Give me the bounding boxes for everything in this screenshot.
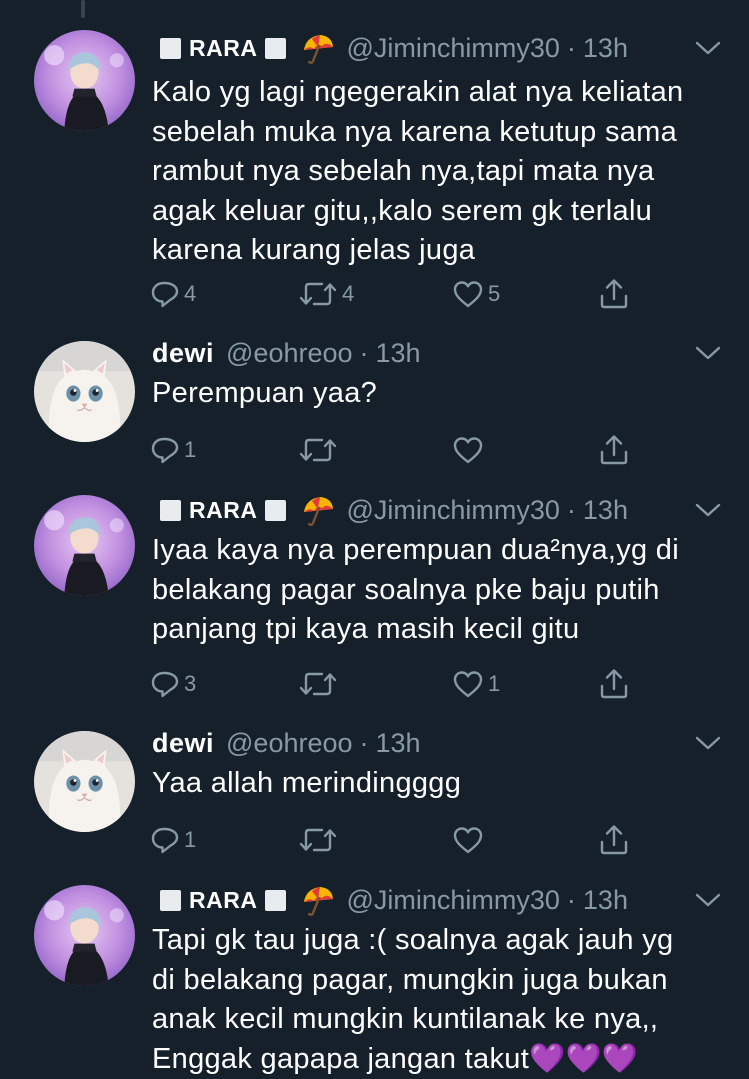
tweet-actions: 1 [150,430,670,470]
author-name[interactable]: dewi [152,338,214,369]
heart-icon [452,669,484,699]
tweet-timestamp[interactable]: 13h [583,885,628,916]
white-square-emoji-icon [160,889,181,911]
author-handle[interactable]: @Jiminchimmy30 [346,33,559,64]
author-name[interactable]: RARA [189,35,257,62]
like-button[interactable] [452,430,484,470]
separator-dot: · [566,32,576,63]
retweet-button[interactable]: 4 [298,274,354,314]
like-button[interactable]: 5 [452,274,500,314]
author-handle[interactable]: @Jiminchimmy30 [346,495,559,526]
tweet-timestamp[interactable]: 13h [376,728,421,759]
separator-dot: · [566,494,576,525]
separator-dot: · [359,727,369,758]
reply-button[interactable]: 1 [150,820,196,860]
author-name[interactable]: RARA [189,497,257,524]
chevron-down-icon[interactable] [695,500,721,520]
author-name[interactable]: dewi [152,728,214,759]
retweet-button[interactable] [298,430,338,470]
tweet-actions: 4 4 5 [150,274,670,314]
tweet-text: Tapi gk tau juga :( soalnya agak jauh yg… [152,924,674,1075]
share-icon [598,278,630,310]
reply-icon [150,669,180,699]
like-button[interactable]: 1 [452,664,500,704]
author-name[interactable]: RARA [189,887,257,914]
heart-icon [452,825,484,855]
tweet-header: RARA @Jiminchimmy30 · 13h [152,880,628,920]
share-button[interactable] [598,820,630,860]
reply-icon [150,435,180,465]
separator-dot: · [359,337,369,368]
reply-icon [150,825,180,855]
tweet-timestamp[interactable]: 13h [376,338,421,369]
like-button[interactable] [452,820,484,860]
umbrella-emoji-icon [300,882,336,918]
heart-icon [452,279,484,309]
tweet-header: dewi @eohreoo · 13h [152,723,421,763]
tweet-text: Iyaa kaya nya perempuan dua²nya,yg di be… [152,534,679,645]
tweet-timestamp[interactable]: 13h [583,495,628,526]
tweet-text: Kalo yg lagi ngegerakin alat nya keliata… [152,76,684,266]
reply-count: 3 [184,671,197,696]
reply-count: 1 [184,827,197,852]
avatar[interactable] [34,495,135,596]
retweet-button[interactable] [298,820,338,860]
tweet-actions: 3 1 [150,664,670,704]
share-button[interactable] [598,274,630,314]
retweet-count: 4 [342,281,355,306]
chevron-down-icon[interactable] [695,343,721,363]
tweet-header: RARA @Jiminchimmy30 · 13h [152,28,628,68]
tweet-header: RARA @Jiminchimmy30 · 13h [152,490,628,530]
white-square-emoji-icon [160,37,181,59]
like-count: 5 [488,281,501,306]
chevron-down-icon[interactable] [695,38,721,58]
retweet-icon [298,669,338,699]
chevron-down-icon[interactable] [695,733,721,753]
white-square-emoji-icon [265,499,287,521]
reply-count: 1 [184,437,197,462]
author-handle[interactable]: @eohreoo [226,338,353,369]
reply-button[interactable]: 4 [150,274,196,314]
umbrella-emoji-icon [300,30,336,66]
umbrella-emoji-icon [300,492,336,528]
avatar[interactable] [34,731,135,832]
tweet-text: Yaa allah merindingggg [152,767,462,799]
reply-button[interactable]: 1 [150,430,196,470]
retweet-icon [298,279,338,309]
retweet-icon [298,435,338,465]
like-count: 1 [488,671,501,696]
white-square-emoji-icon [160,499,181,521]
share-button[interactable] [598,430,630,470]
avatar[interactable] [34,341,135,442]
chevron-down-icon[interactable] [695,890,721,910]
tweet-text: Perempuan yaa? [152,377,378,409]
avatar[interactable] [34,885,135,986]
reply-button[interactable]: 3 [150,664,196,704]
share-icon [598,434,630,466]
retweet-icon [298,825,338,855]
reply-icon [150,279,180,309]
share-icon [598,824,630,856]
retweet-button[interactable] [298,664,338,704]
share-icon [598,668,630,700]
tweet-timestamp[interactable]: 13h [583,33,628,64]
author-handle[interactable]: @Jiminchimmy30 [346,885,559,916]
separator-dot: · [566,884,576,915]
avatar[interactable] [34,30,135,131]
white-square-emoji-icon [265,37,287,59]
reply-count: 4 [184,281,197,306]
tweet-header: dewi @eohreoo · 13h [152,333,421,373]
white-square-emoji-icon [265,889,287,911]
share-button[interactable] [598,664,630,704]
thread-connector-line [81,0,85,18]
author-handle[interactable]: @eohreoo [226,728,353,759]
tweet-actions: 1 [150,820,670,860]
heart-icon [452,435,484,465]
